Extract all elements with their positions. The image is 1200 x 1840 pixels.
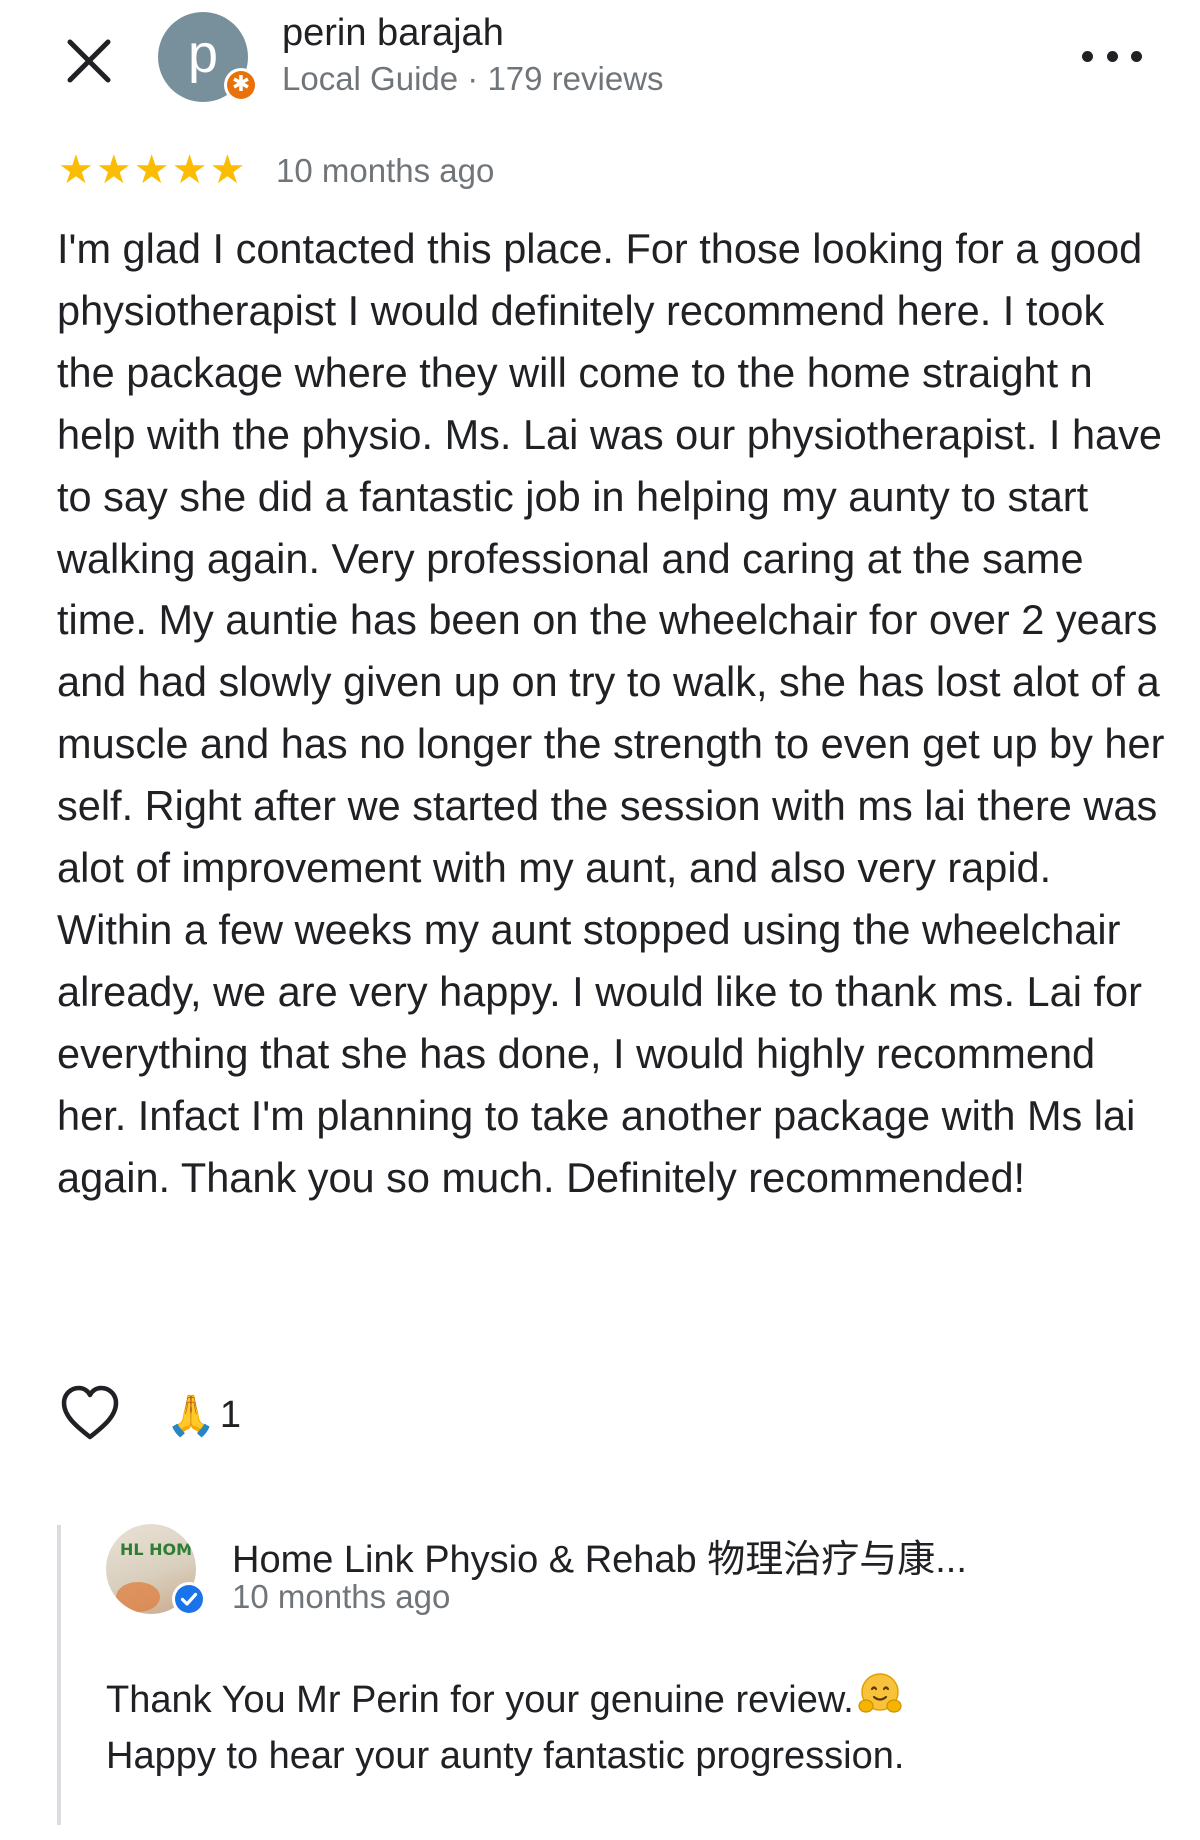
reviewer-meta: Local Guide · 179 reviews bbox=[282, 60, 664, 97]
star-icon: ★ bbox=[58, 147, 94, 193]
star-icon: ★ bbox=[171, 147, 208, 193]
owner-reply-line: Thank You Mr Perin for your genuine revi… bbox=[106, 1670, 904, 1728]
owner-reply-date: 10 months ago bbox=[232, 1578, 451, 1615]
like-button[interactable] bbox=[58, 1384, 122, 1444]
close-icon bbox=[67, 39, 111, 83]
reply-divider bbox=[57, 1525, 61, 1825]
reaction-count: 1 bbox=[219, 1394, 241, 1436]
star-rating: ★ ★ ★ ★ ★ bbox=[58, 148, 245, 192]
local-guide-badge-icon: ✱ bbox=[224, 68, 258, 102]
reviewer-name[interactable]: perin barajah bbox=[282, 12, 504, 55]
verified-check-icon bbox=[172, 1582, 206, 1616]
praying-hands-icon: 🙏 bbox=[166, 1393, 216, 1439]
owner-reply-text: Thank You Mr Perin for your genuine revi… bbox=[106, 1670, 904, 1784]
owner-reply-line-text: Thank You Mr Perin for your genuine revi… bbox=[106, 1679, 854, 1721]
more-options-button[interactable] bbox=[1082, 38, 1142, 74]
owner-name[interactable]: Home Link Physio & Rehab 物理治疗与康... bbox=[232, 1528, 967, 1583]
star-icon: ★ bbox=[209, 147, 246, 193]
hugging-face-icon bbox=[858, 1673, 902, 1713]
review-date: 10 months ago bbox=[276, 152, 495, 189]
owner-logo: HL HOME bbox=[120, 1540, 196, 1559]
close-button[interactable] bbox=[62, 34, 116, 88]
more-horizontal-icon bbox=[1082, 50, 1093, 62]
star-icon: ★ bbox=[95, 147, 132, 193]
heart-outline-icon bbox=[61, 1385, 119, 1440]
review-text: I'm glad I contacted this place. For tho… bbox=[57, 225, 1165, 1201]
owner-reply-line: Happy to hear your aunty fantastic progr… bbox=[106, 1735, 905, 1777]
reaction-chip[interactable]: 🙏 1 bbox=[166, 1392, 241, 1439]
star-icon: ★ bbox=[133, 147, 170, 193]
